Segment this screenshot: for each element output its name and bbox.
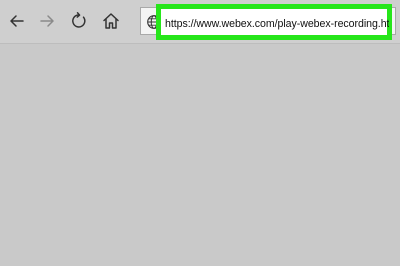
forward-arrow-icon bbox=[37, 11, 57, 31]
url-input[interactable]: https://www.webex.com/play-webex-recordi… bbox=[165, 15, 389, 33]
browser-window: https://www.webex.com/play-webex-recordi… bbox=[0, 0, 400, 266]
home-button[interactable] bbox=[98, 8, 124, 34]
browser-toolbar: https://www.webex.com/play-webex-recordi… bbox=[0, 0, 400, 44]
refresh-button[interactable] bbox=[66, 8, 92, 34]
back-button[interactable] bbox=[4, 8, 30, 34]
back-arrow-icon bbox=[7, 11, 27, 31]
page-content-area bbox=[0, 44, 400, 266]
url-highlight-box[interactable]: https://www.webex.com/play-webex-recordi… bbox=[156, 4, 392, 40]
refresh-icon bbox=[69, 11, 89, 31]
forward-button[interactable] bbox=[34, 8, 60, 34]
home-icon bbox=[101, 11, 121, 31]
